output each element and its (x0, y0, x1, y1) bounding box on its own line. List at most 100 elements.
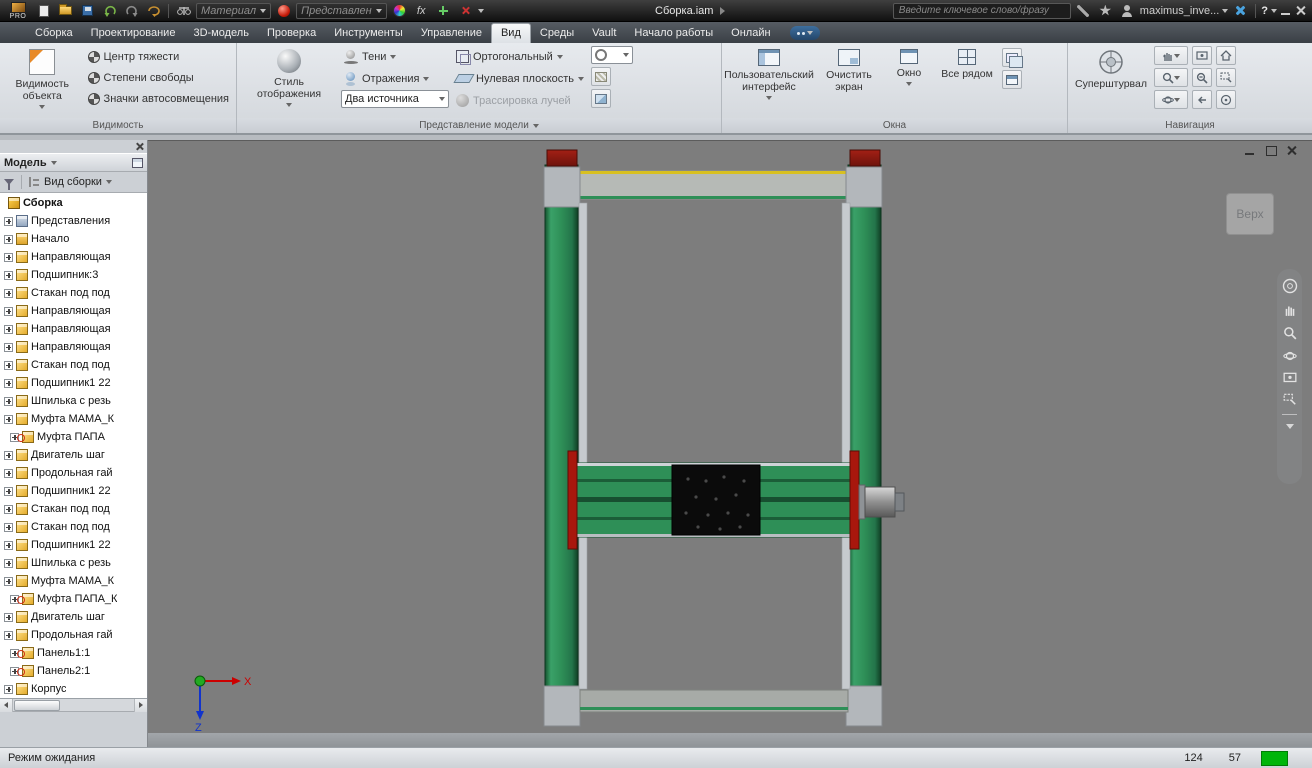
doc-minimize-button[interactable] (1244, 145, 1256, 156)
zoom-button[interactable] (1154, 68, 1188, 87)
tree-item[interactable]: Начало (0, 230, 147, 248)
user-name[interactable]: maximus_inve... (1140, 5, 1219, 17)
expand-toggle-icon[interactable] (4, 684, 13, 694)
open-button[interactable] (56, 2, 75, 19)
tree-item[interactable]: Направляющая (0, 338, 147, 356)
window-close-button[interactable] (1295, 5, 1307, 16)
expand-toggle-icon[interactable] (4, 558, 13, 568)
window-button[interactable]: Окно (886, 46, 932, 89)
tree-item[interactable]: Шпилька с резь (0, 554, 147, 572)
visibility-option[interactable]: Центр тяжести (85, 46, 232, 67)
update-button[interactable] (144, 2, 163, 19)
previous-view-button[interactable] (1192, 90, 1212, 109)
browser-header[interactable]: Модель (0, 153, 147, 172)
lights-combo[interactable]: Два источника (341, 90, 449, 108)
scroll-left-button[interactable] (0, 698, 13, 712)
steering-wheel-button[interactable]: Суперштурвал (1072, 46, 1150, 93)
tree-view-icon[interactable] (29, 177, 39, 187)
pan-button[interactable] (1154, 46, 1188, 65)
parameters-button[interactable]: fx (412, 2, 431, 19)
quick-access-dropdown-icon[interactable] (477, 8, 484, 13)
expand-toggle-icon[interactable] (4, 252, 13, 262)
browser-dock-icon[interactable] (132, 157, 143, 168)
expand-toggle-icon[interactable] (4, 522, 13, 532)
expand-toggle-icon[interactable] (4, 540, 13, 550)
tree-item[interactable]: Муфта МАМА_К (0, 572, 147, 590)
browser-horizontal-scrollbar[interactable] (0, 698, 147, 712)
exchange-apps-button[interactable] (1231, 2, 1250, 19)
visibility-option[interactable]: Степени свободы (85, 67, 232, 88)
help-button[interactable]: ? (1261, 5, 1268, 17)
scroll-right-button[interactable] (134, 698, 147, 712)
scrollbar-track[interactable] (13, 699, 134, 711)
look-at-button[interactable] (1192, 46, 1212, 65)
expand-toggle-icon[interactable] (4, 576, 13, 586)
redo-button[interactable] (122, 2, 141, 19)
expand-toggle-icon[interactable] (4, 414, 13, 424)
section-view-button[interactable] (591, 89, 612, 108)
tree-item[interactable]: Муфта ПАПА (0, 428, 147, 446)
zoom-window-icon[interactable] (1283, 393, 1297, 405)
expand-toggle-icon[interactable] (4, 342, 13, 352)
cascade-windows-button[interactable] (1002, 48, 1023, 68)
expand-toggle-icon[interactable] (4, 306, 13, 316)
expand-toggle-icon[interactable] (4, 396, 13, 406)
user-menu-dropdown-icon[interactable] (1222, 8, 1229, 13)
navbar-more-icon[interactable] (1285, 424, 1294, 429)
expand-toggle-icon[interactable] (4, 486, 13, 496)
zoom-all-button[interactable] (1192, 68, 1212, 87)
expand-toggle-icon[interactable] (4, 504, 13, 514)
ribbon-tab[interactable]: 3D-модель (184, 24, 257, 43)
assembly-3d-model[interactable]: X Z (148, 141, 1312, 734)
free-orbit-button[interactable] (1216, 90, 1236, 109)
appearance-combo[interactable]: Представлен (296, 2, 387, 19)
tree-item[interactable]: Стакан под под (0, 518, 147, 536)
panel-title-visibility[interactable]: Видимость (0, 118, 236, 133)
ribbon-tab[interactable]: Сборка (26, 24, 82, 43)
ribbon-overflow-button[interactable] (789, 26, 820, 40)
visual-style-ring-combo[interactable] (591, 46, 634, 64)
tree-item[interactable]: Подшипник1 22 (0, 536, 147, 554)
clean-screen-button[interactable]: Очистить экран (816, 46, 882, 96)
browser-close-icon[interactable] (135, 142, 144, 151)
zoom-window-button[interactable] (1216, 68, 1236, 87)
tree-item[interactable]: Подшипник:3 (0, 266, 147, 284)
ground-plane-button[interactable]: Нулевая плоскость (453, 68, 587, 89)
ribbon-tab[interactable]: Среды (531, 24, 583, 43)
home-view-button[interactable] (1216, 46, 1236, 65)
tree-item[interactable]: Стакан под под (0, 284, 147, 302)
orbit-icon[interactable] (1282, 349, 1297, 363)
tree-item[interactable]: Направляющая (0, 302, 147, 320)
tree-item[interactable]: Продольная гай (0, 464, 147, 482)
tree-item[interactable]: Представления (0, 212, 147, 230)
graphics-viewport[interactable]: X Z Верх (148, 140, 1312, 747)
tree-item[interactable]: Направляющая (0, 248, 147, 266)
full-navigation-wheel-icon[interactable] (1282, 278, 1298, 294)
switch-windows-button[interactable] (1002, 70, 1022, 89)
scrollbar-thumb[interactable] (14, 700, 60, 711)
material-combo[interactable]: Материал (196, 2, 272, 19)
adjust-color-button[interactable] (390, 2, 409, 19)
tree-item[interactable]: Муфта ПАПА_К (0, 590, 147, 608)
assembly-view-selector[interactable]: Вид сборки (44, 176, 112, 188)
tree-item[interactable]: Корпус (0, 680, 147, 698)
projection-button[interactable]: Ортогональный (453, 46, 587, 67)
pan-hand-icon[interactable] (1283, 303, 1297, 317)
new-file-button[interactable] (34, 2, 53, 19)
undo-button[interactable] (100, 2, 119, 19)
ribbon-tab[interactable]: Vault (583, 24, 625, 43)
search-input[interactable] (892, 2, 1071, 19)
expand-toggle-icon[interactable] (4, 234, 13, 244)
tile-all-button[interactable]: Все рядом (936, 46, 998, 83)
shadows-button[interactable]: Тени (341, 46, 449, 67)
appearance-button[interactable] (274, 2, 293, 19)
tree-item[interactable]: Сборка (0, 194, 147, 212)
add-quick-tool-button[interactable] (434, 2, 453, 19)
display-style-button[interactable]: Стиль отображения (241, 46, 337, 110)
material-browser-button[interactable] (174, 2, 193, 19)
save-button[interactable] (78, 2, 97, 19)
expand-toggle-icon[interactable] (4, 216, 13, 226)
favorites-button[interactable] (1096, 2, 1115, 19)
panel-title-windows[interactable]: Окна (722, 118, 1067, 133)
expand-toggle-icon[interactable] (4, 612, 13, 622)
